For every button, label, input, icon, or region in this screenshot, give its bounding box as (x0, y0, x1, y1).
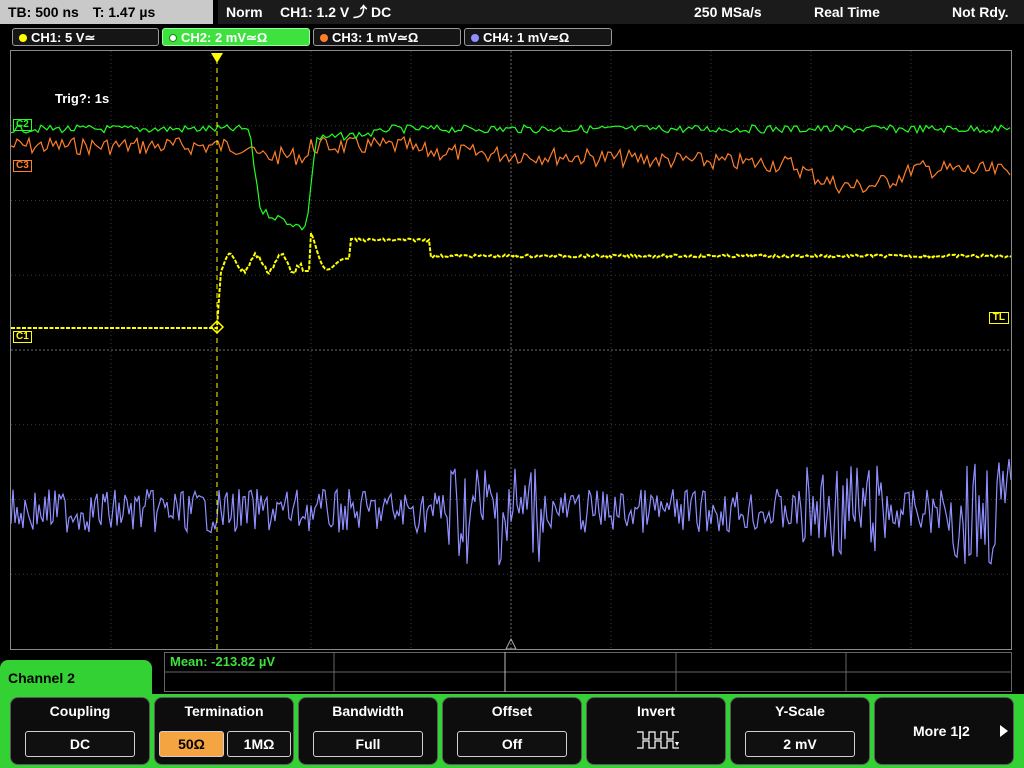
waveform-display[interactable]: Trig?: 1s C2 C3 C1 TL (10, 50, 1012, 650)
coupling-softkey[interactable]: Coupling DC (10, 697, 150, 765)
trigger-position-icon[interactable] (211, 53, 223, 63)
termination-softkey[interactable]: Termination 50Ω 1MΩ (154, 697, 294, 765)
tab-ch3[interactable]: CH3: 1 mV≃Ω (313, 28, 461, 46)
offset-value[interactable]: Off (457, 731, 567, 757)
ch1-ground-marker[interactable]: C1 (13, 331, 32, 343)
ch2-color-dot (169, 34, 177, 42)
yscale-softkey[interactable]: Y-Scale 2 mV (730, 697, 870, 765)
offset-softkey[interactable]: Offset Off (442, 697, 582, 765)
invert-softkey[interactable]: Invert (586, 697, 726, 765)
tab-ch4[interactable]: CH4: 1 mV≃Ω (464, 28, 612, 46)
bandwidth-softkey[interactable]: Bandwidth Full (298, 697, 438, 765)
invert-waveform-icon (637, 731, 679, 749)
ch4-label: CH4: 1 mV≃Ω (483, 30, 570, 45)
trigger-level-marker[interactable]: TL (988, 312, 1009, 324)
menu-channel-title: Channel 2 (0, 660, 152, 700)
tab-ch2[interactable]: CH2: 2 mV≃Ω (162, 28, 310, 46)
trigger-mode: Norm (226, 4, 263, 20)
trigger-time: T: 1.47 µs (92, 4, 156, 20)
bandwidth-value[interactable]: Full (313, 731, 423, 757)
tab-ch1[interactable]: CH1: 5 V≃ (12, 28, 159, 46)
trigger-source: CH1: 1.2 V ⤴ DC (280, 4, 392, 20)
coupling-value[interactable]: DC (25, 731, 135, 757)
ch3-ground-marker[interactable]: C3 (13, 160, 32, 172)
yscale-title: Y-Scale (775, 703, 825, 719)
measurement-grid (164, 652, 1012, 692)
offset-title: Offset (491, 703, 533, 719)
timebase-value: TB: 500 ns (8, 4, 79, 20)
more-softkey[interactable]: More 1|2 (874, 697, 1014, 765)
yscale-value[interactable]: 2 mV (745, 731, 855, 757)
play-right-icon (1000, 725, 1008, 737)
ch1-color-dot (19, 34, 27, 42)
ch2-label: CH2: 2 mV≃Ω (181, 30, 268, 45)
waveform-canvas (11, 51, 1011, 649)
termination-title: Termination (184, 703, 264, 719)
coupling-title: Coupling (49, 703, 111, 719)
termination-1mohm-option[interactable]: 1MΩ (227, 731, 291, 757)
acquisition-status-bar[interactable]: Norm CH1: 1.2 V ⤴ DC 250 MSa/s Real Time… (218, 0, 1024, 24)
sample-rate: 250 MSa/s (694, 4, 762, 20)
more-label: More 1|2 (913, 723, 970, 739)
graticule (11, 51, 1011, 649)
acquisition-mode: Real Time (814, 4, 880, 20)
measurement-mean: Mean: -213.82 µV (170, 654, 276, 669)
ch2-ground-marker[interactable]: C2 (13, 119, 32, 131)
ch3-label: CH3: 1 mV≃Ω (332, 30, 419, 45)
ch4-color-dot (471, 34, 479, 42)
ch1-label: CH1: 5 V≃ (31, 30, 96, 45)
ch3-color-dot (320, 34, 328, 42)
timebase-box[interactable]: TB: 500 ns T: 1.47 µs (0, 0, 213, 24)
bandwidth-title: Bandwidth (332, 703, 404, 719)
trigger-info: Trig?: 1s (55, 91, 110, 106)
ready-status: Not Rdy. (952, 4, 1009, 20)
termination-50ohm-option[interactable]: 50Ω (159, 731, 224, 757)
invert-title: Invert (636, 703, 676, 719)
